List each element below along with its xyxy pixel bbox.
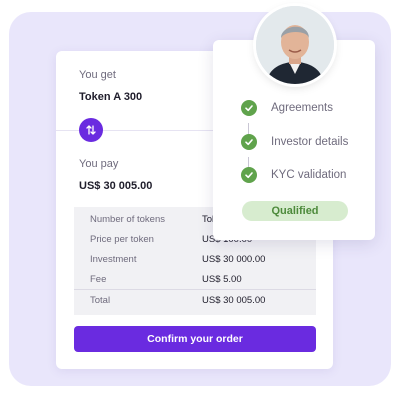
- check-icon: [241, 134, 257, 150]
- summary-row: Fee US$ 5.00: [74, 269, 316, 289]
- summary-key: Investment: [90, 254, 137, 265]
- pay-amount: US$ 30 005.00: [79, 180, 153, 192]
- token-name: Token A 300: [79, 91, 143, 103]
- swap-button[interactable]: [79, 118, 103, 142]
- step-label: Investor details: [271, 136, 349, 148]
- step-label: KYC validation: [271, 169, 347, 181]
- summary-key: Fee: [90, 274, 107, 285]
- summary-row: Investment US$ 30 000.00: [74, 249, 316, 269]
- summary-value: US$ 30 005.00: [202, 295, 266, 306]
- investor-avatar: [256, 6, 334, 84]
- summary-key: Number of tokens: [90, 214, 165, 225]
- kyc-step-investor-details: Investor details: [241, 134, 371, 152]
- kyc-step-agreements: Agreements: [241, 100, 371, 118]
- summary-key: Total: [90, 295, 111, 306]
- confirm-order-button[interactable]: Confirm your order: [74, 326, 316, 352]
- check-icon: [241, 100, 257, 116]
- summary-value: US$ 5.00: [202, 274, 242, 285]
- step-label: Agreements: [271, 102, 334, 114]
- summary-key: Price per token: [90, 234, 154, 245]
- summary-total-row: Total US$ 30 005.00: [74, 289, 316, 310]
- kyc-step-kyc-validation: KYC validation: [241, 167, 371, 185]
- summary-value: US$ 30 000.00: [202, 254, 266, 265]
- swap-arrows-icon: [86, 125, 96, 135]
- check-icon: [241, 167, 257, 183]
- you-get-label: You get: [79, 69, 116, 81]
- qualified-badge: Qualified: [242, 201, 348, 221]
- you-pay-label: You pay: [79, 158, 119, 170]
